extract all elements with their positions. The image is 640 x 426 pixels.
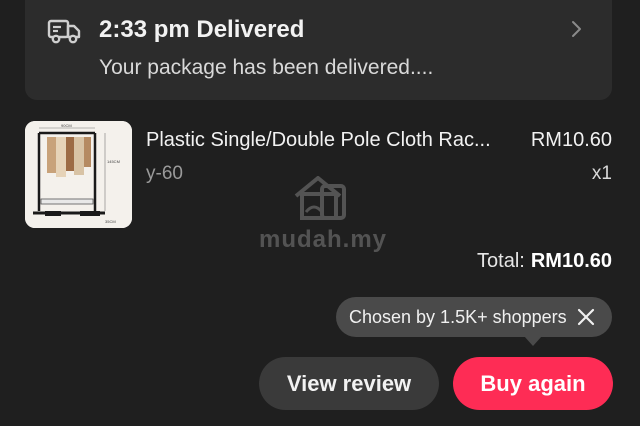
product-quantity: x1: [591, 163, 612, 184]
total-label: Total:: [477, 250, 525, 272]
house-logo-icon: [294, 176, 346, 220]
watermark-text: mudah.my: [259, 226, 388, 253]
delivery-truck-icon: [47, 19, 81, 44]
buy-again-button[interactable]: Buy again: [453, 357, 613, 410]
delivery-subtitle: Your package has been delivered....: [99, 56, 434, 79]
clothes-rack-image: 90CM 145CM 35CM: [25, 121, 132, 228]
order-total: Total: RM10.60: [477, 250, 612, 273]
product-thumbnail[interactable]: 90CM 145CM 35CM: [25, 121, 132, 228]
product-name[interactable]: Plastic Single/Double Pole Cloth Rac...: [146, 129, 516, 152]
watermark: mudah.my: [256, 172, 386, 262]
close-icon[interactable]: [576, 307, 596, 327]
chevron-right-icon[interactable]: [570, 20, 584, 38]
total-value: RM10.60: [530, 250, 612, 272]
width-measure-label: 90CM: [61, 123, 72, 128]
product-variant: y-60: [146, 163, 183, 184]
view-review-button[interactable]: View review: [259, 357, 439, 410]
order-page: 2:33 pm Delivered Your package has been …: [0, 0, 640, 426]
delivery-status-card[interactable]: 2:33 pm Delivered Your package has been …: [25, 0, 612, 100]
depth-measure-label: 35CM: [105, 219, 116, 224]
height-measure-label: 145CM: [107, 159, 120, 164]
product-price: RM10.60: [530, 129, 612, 151]
delivery-title: 2:33 pm Delivered: [99, 16, 305, 43]
tooltip-text: Chosen by 1.5K+ shoppers: [349, 307, 567, 327]
shoppers-tooltip: Chosen by 1.5K+ shoppers: [336, 297, 612, 346]
